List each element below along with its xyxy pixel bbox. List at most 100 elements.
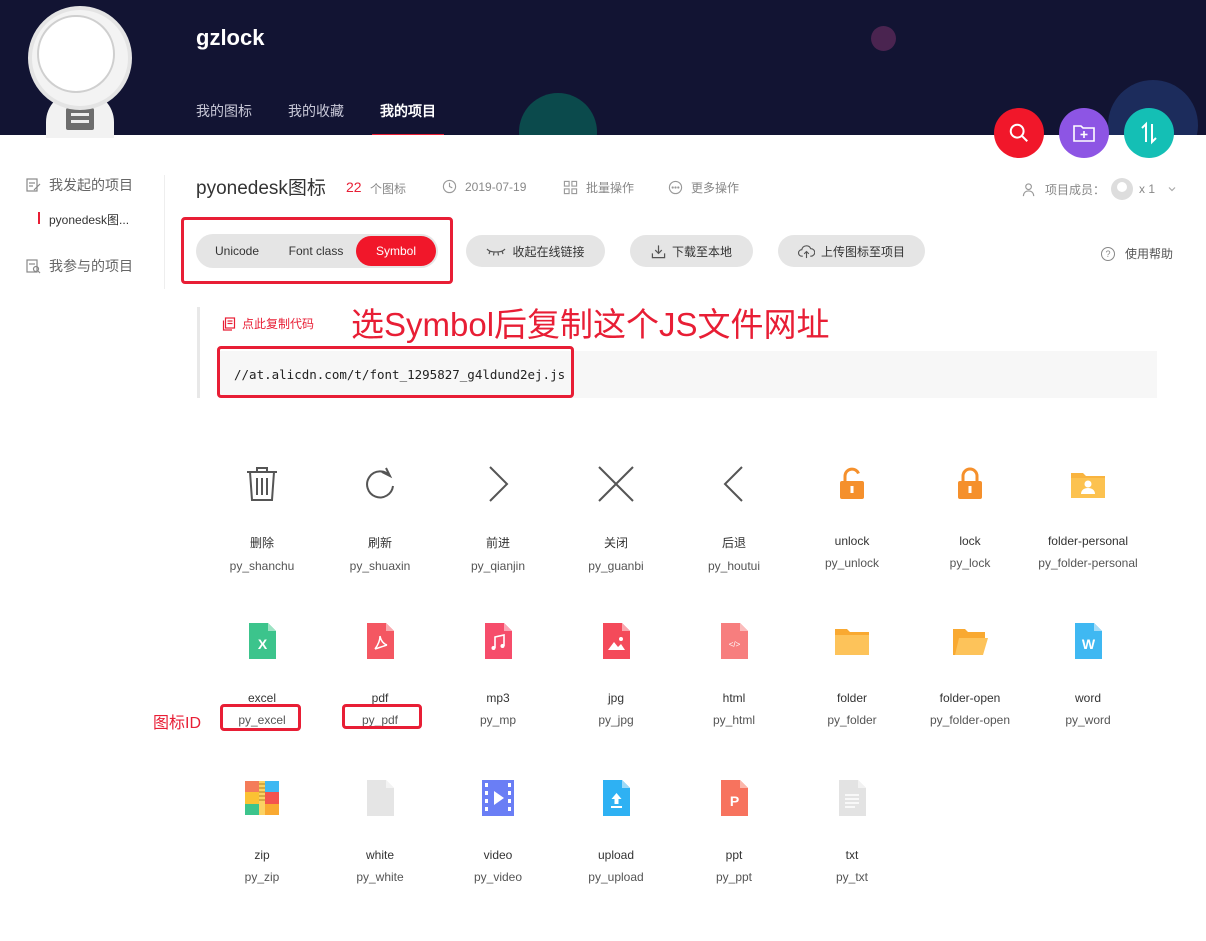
annotation-icon-id-label: 图标ID bbox=[153, 715, 202, 732]
chevron-down-icon bbox=[1167, 184, 1177, 194]
icon-tile[interactable]: 后退 py_houtui bbox=[675, 460, 793, 617]
icon-tile[interactable]: lock py_lock bbox=[911, 460, 1029, 617]
icon-id: py_unlock bbox=[824, 556, 880, 570]
icon-grid: 删除 py_shanchu 刷新 py_shuaxin 前进 py_qianji… bbox=[203, 460, 1147, 931]
help-label: 使用帮助 bbox=[1125, 247, 1174, 261]
icon-id: py_shuaxin bbox=[349, 559, 411, 573]
annotation-box-symbol-switch bbox=[181, 217, 453, 284]
sidebar-initiated-projects[interactable]: 我发起的项目 bbox=[24, 175, 164, 195]
icon-id: py_shanchu bbox=[229, 559, 295, 573]
edit-doc-icon bbox=[24, 176, 42, 194]
icon-tile[interactable]: folder-personal py_folder-personal bbox=[1029, 460, 1147, 617]
sort-icon bbox=[1141, 121, 1157, 145]
avatar-visor bbox=[37, 15, 115, 93]
icon-name: folder-open bbox=[939, 691, 1001, 705]
txt-file-icon bbox=[832, 778, 872, 818]
eye-closed-icon bbox=[486, 245, 506, 257]
icon-tile[interactable]: X excel py_excel bbox=[203, 617, 321, 774]
icon-tile[interactable]: </> html py_html bbox=[675, 617, 793, 774]
icon-tile[interactable]: 删除 py_shanchu bbox=[203, 460, 321, 617]
icon-tile[interactable]: 前进 py_qianjin bbox=[439, 460, 557, 617]
icon-id: py_ppt bbox=[715, 870, 753, 884]
unlock-icon bbox=[832, 464, 872, 504]
copy-icon bbox=[222, 316, 236, 331]
pdf-file-icon bbox=[360, 621, 400, 661]
chevron-left-icon bbox=[714, 464, 754, 504]
icon-name: word bbox=[1074, 691, 1101, 705]
sidebar-project-item[interactable]: pyonedesk图... bbox=[38, 211, 164, 228]
excel-file-icon: X bbox=[242, 621, 282, 661]
new-folder-button[interactable] bbox=[1059, 108, 1109, 158]
icon-id: py_folder-open bbox=[929, 713, 1011, 727]
icon-name: jpg bbox=[607, 691, 624, 705]
search-doc-icon bbox=[24, 257, 42, 275]
collapse-online-link-button[interactable]: 收起在线链接 bbox=[466, 235, 605, 267]
copy-code-link[interactable]: 点此复制代码 bbox=[222, 315, 314, 332]
nav-my-icons[interactable]: 我的图标 bbox=[196, 101, 252, 135]
icon-tile[interactable]: folder-open py_folder-open bbox=[911, 617, 1029, 774]
icon-tile[interactable]: upload py_upload bbox=[557, 774, 675, 931]
icon-id: py_mp bbox=[479, 713, 517, 727]
icon-id: py_houtui bbox=[707, 559, 761, 573]
folder-open-icon bbox=[950, 621, 990, 661]
download-local-button[interactable]: 下载至本地 bbox=[630, 235, 753, 267]
project-date-text: 2019-07-19 bbox=[465, 179, 527, 194]
icon-id: py_white bbox=[356, 870, 404, 884]
icon-name: white bbox=[365, 848, 394, 862]
sidebar: 我发起的项目 pyonedesk图... 我参与的项目 bbox=[24, 175, 165, 289]
nav-my-projects[interactable]: 我的项目 bbox=[372, 101, 444, 135]
sidebar-joined-label: 我参与的项目 bbox=[49, 258, 133, 274]
main-nav: 我的图标 我的收藏 我的项目 bbox=[196, 101, 472, 135]
user-name: gzlock bbox=[196, 25, 265, 50]
icon-id: py_qianjin bbox=[470, 559, 526, 573]
icon-tile[interactable]: mp3 py_mp bbox=[439, 617, 557, 774]
icon-name: video bbox=[483, 848, 513, 862]
icon-tile[interactable]: jpg py_jpg bbox=[557, 617, 675, 774]
icon-tile[interactable]: pdf py_pdf bbox=[321, 617, 439, 774]
project-title: pyonedesk图标 bbox=[196, 178, 326, 199]
icon-tile[interactable]: txt py_txt bbox=[793, 774, 911, 931]
icon-tile[interactable]: video py_video bbox=[439, 774, 557, 931]
members-icon bbox=[1022, 182, 1037, 197]
icon-tile[interactable]: 关闭 py_guanbi bbox=[557, 460, 675, 617]
icon-count-label: 个图标 bbox=[370, 182, 407, 196]
more-operations-button[interactable]: 更多操作 bbox=[668, 179, 739, 196]
icon-tile[interactable]: zip py_zip bbox=[203, 774, 321, 931]
blank-file-icon bbox=[360, 778, 400, 818]
decor-planet bbox=[519, 93, 597, 135]
icon-id: py_guanbi bbox=[588, 559, 644, 573]
icon-tile[interactable]: W word py_word bbox=[1029, 617, 1147, 774]
upload-to-project-button[interactable]: 上传图标至项目 bbox=[778, 235, 925, 267]
refresh-icon bbox=[360, 464, 400, 504]
collapse-online-link-label: 收起在线链接 bbox=[512, 244, 585, 259]
avatar-astronaut[interactable] bbox=[28, 6, 132, 138]
icon-tile[interactable]: P ppt py_ppt bbox=[675, 774, 793, 931]
icon-tile[interactable]: unlock py_unlock bbox=[793, 460, 911, 617]
svg-text:</>: </> bbox=[729, 640, 741, 649]
mp3-file-icon bbox=[478, 621, 518, 661]
icon-name: 前进 bbox=[485, 536, 510, 550]
members-count: x 1 bbox=[1139, 182, 1156, 196]
sidebar-joined-projects[interactable]: 我参与的项目 bbox=[24, 256, 164, 276]
icon-name: folder-personal bbox=[1047, 534, 1129, 548]
upload-to-project-label: 上传图标至项目 bbox=[820, 244, 905, 259]
search-button[interactable] bbox=[994, 108, 1044, 158]
icon-name: excel bbox=[247, 691, 276, 705]
icon-name: 关闭 bbox=[603, 536, 628, 550]
chevron-right-icon bbox=[478, 464, 518, 504]
icon-tile[interactable]: white py_white bbox=[321, 774, 439, 931]
icon-id: py_word bbox=[1065, 713, 1111, 727]
jpg-file-icon bbox=[596, 621, 636, 661]
icon-name: txt bbox=[845, 848, 859, 862]
nav-my-favorites[interactable]: 我的收藏 bbox=[288, 101, 344, 135]
icon-tile[interactable]: folder py_folder bbox=[793, 617, 911, 774]
help-link[interactable]: ? 使用帮助 bbox=[1101, 245, 1173, 262]
icon-tile[interactable]: 刷新 py_shuaxin bbox=[321, 460, 439, 617]
batch-operations-button[interactable]: 批量操作 bbox=[563, 179, 634, 196]
copy-code-label: 点此复制代码 bbox=[242, 317, 315, 331]
download-icon bbox=[651, 244, 666, 259]
project-members[interactable]: 项目成员： x 1 bbox=[1022, 178, 1177, 200]
icon-name: 刷新 bbox=[367, 536, 392, 550]
sort-button[interactable] bbox=[1124, 108, 1174, 158]
icon-name: 后退 bbox=[721, 536, 746, 550]
